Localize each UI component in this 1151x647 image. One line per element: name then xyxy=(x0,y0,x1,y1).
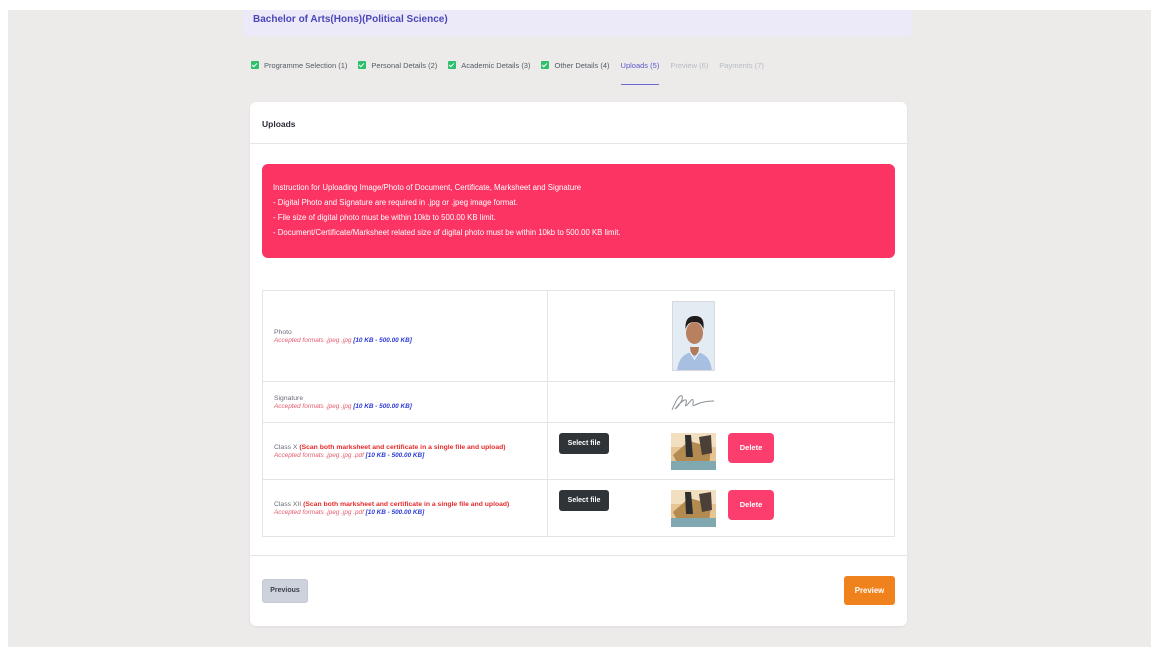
tab-academic-details[interactable]: Academic Details (3) xyxy=(448,61,530,70)
tab-number: (7) xyxy=(754,60,764,70)
doc-name-text: Signature xyxy=(274,394,304,402)
doc-preview-cell xyxy=(547,381,895,423)
doc-name: Signature xyxy=(274,395,547,402)
check-icon xyxy=(448,61,457,69)
person-photo-icon xyxy=(673,302,714,370)
instruction-line: - Document/Certificate/Marksheet related… xyxy=(273,228,621,237)
delete-button[interactable]: Delete xyxy=(728,433,774,463)
uploads-card: Uploads Instruction for Uploading Image/… xyxy=(250,102,907,626)
doc-actions-cell: Select file Delete xyxy=(547,422,895,480)
tab-number: (2) xyxy=(428,60,438,70)
doc-format-text: Accepted formats .jpeg .jpg .pdf xyxy=(274,451,364,459)
programme-title: Bachelor of Arts(Hons)(Political Science… xyxy=(253,14,448,25)
tab-payments: Payments (7) xyxy=(719,61,764,70)
card-title: Uploads xyxy=(262,119,296,129)
doc-name-text: Photo xyxy=(274,328,292,336)
tab-label: Preview xyxy=(670,60,698,70)
signature-image xyxy=(668,390,718,414)
tab-personal-details[interactable]: Personal Details (2) xyxy=(358,61,437,70)
uploads-table: Photo Accepted formats .jpeg .jpg [10 KB… xyxy=(262,290,895,537)
instruction-line: - Digital Photo and Signature are requir… xyxy=(273,198,518,207)
card-header: Uploads xyxy=(250,102,907,144)
instruction-heading: Instruction for Uploading Image/Photo of… xyxy=(273,183,582,192)
doc-note: (Scan both marksheet and certificate in … xyxy=(303,500,510,508)
doc-actions-cell: Select file Delete xyxy=(547,479,895,537)
doc-format: Accepted formats .jpeg .jpg [10 KB - 500… xyxy=(274,403,547,410)
step-tabs: Programme Selection (1) Personal Details… xyxy=(251,58,775,85)
programme-header: Bachelor of Arts(Hons)(Political Science… xyxy=(243,10,912,36)
doc-label-cell: Photo Accepted formats .jpeg .jpg [10 KB… xyxy=(262,290,548,382)
tab-number: (5) xyxy=(650,60,660,70)
tab-number: (4) xyxy=(600,60,610,70)
signature-icon xyxy=(671,395,715,411)
doc-name: Class X (Scan both marksheet and certifi… xyxy=(274,444,547,451)
doc-name-text: Class X xyxy=(274,443,298,451)
document-image-icon xyxy=(671,433,716,470)
tab-number: (6) xyxy=(699,60,709,70)
tab-number: (3) xyxy=(521,60,531,70)
tab-label: Programme Selection xyxy=(264,60,337,70)
tab-label: Personal Details xyxy=(371,60,426,70)
tab-programme-selection[interactable]: Programme Selection (1) xyxy=(251,61,347,70)
footer-divider xyxy=(250,555,907,556)
check-icon xyxy=(251,61,259,69)
doc-size-text: [10 KB - 500.00 KB] xyxy=(353,336,412,344)
select-file-button[interactable]: Select file xyxy=(559,490,609,511)
table-row: Signature Accepted formats .jpeg .jpg [1… xyxy=(262,381,895,423)
check-icon xyxy=(358,61,367,69)
document-image-icon xyxy=(671,490,716,527)
tab-number: (1) xyxy=(338,60,348,70)
table-row: Class X (Scan both marksheet and certifi… xyxy=(262,422,895,480)
doc-format: Accepted formats .jpeg .jpg .pdf [10 KB … xyxy=(274,452,547,459)
doc-format-text: Accepted formats .jpeg .jpg xyxy=(274,402,352,410)
select-file-button[interactable]: Select file xyxy=(559,433,609,454)
table-row: Class XII (Scan both marksheet and certi… xyxy=(262,479,895,537)
doc-size-text: [10 KB - 500.00 KB] xyxy=(353,402,412,410)
table-row: Photo Accepted formats .jpeg .jpg [10 KB… xyxy=(262,290,895,382)
tab-label: Other Details xyxy=(554,60,599,70)
doc-note: (Scan both marksheet and certificate in … xyxy=(299,443,506,451)
uploaded-document-thumbnail[interactable] xyxy=(671,433,716,470)
tab-preview: Preview (6) xyxy=(670,61,708,70)
doc-label-cell: Class X (Scan both marksheet and certifi… xyxy=(262,422,548,480)
delete-button[interactable]: Delete xyxy=(728,490,774,520)
tab-label: Academic Details xyxy=(461,60,520,70)
tab-uploads[interactable]: Uploads (5) xyxy=(620,60,660,85)
check-icon xyxy=(541,61,550,69)
doc-name-text: Class XII xyxy=(274,500,302,508)
doc-label-cell: Signature Accepted formats .jpeg .jpg [1… xyxy=(262,381,548,423)
doc-size-text: [10 KB - 500.00 KB] xyxy=(365,508,425,516)
previous-button[interactable]: Previous xyxy=(262,579,308,603)
instruction-alert: Instruction for Uploading Image/Photo of… xyxy=(262,164,895,258)
tab-label: Payments xyxy=(719,60,753,70)
doc-format: Accepted formats .jpeg .jpg [10 KB - 500… xyxy=(274,337,547,344)
doc-preview-cell xyxy=(547,290,895,382)
preview-button[interactable]: Preview xyxy=(844,576,895,605)
tab-label: Uploads xyxy=(620,60,649,70)
uploaded-document-thumbnail[interactable] xyxy=(671,490,716,527)
doc-size-text: [10 KB - 500.00 KB] xyxy=(365,451,425,459)
tab-other-details[interactable]: Other Details (4) xyxy=(541,60,610,70)
doc-name: Photo xyxy=(274,329,547,336)
doc-format: Accepted formats .jpeg .jpg .pdf [10 KB … xyxy=(274,509,547,516)
doc-name: Class XII (Scan both marksheet and certi… xyxy=(274,501,547,508)
uploaded-photo xyxy=(672,301,715,371)
instruction-line: - File size of digital photo must be wit… xyxy=(273,213,496,222)
doc-label-cell: Class XII (Scan both marksheet and certi… xyxy=(262,479,548,537)
doc-format-text: Accepted formats .jpeg .jpg xyxy=(274,336,352,344)
doc-format-text: Accepted formats .jpeg .jpg .pdf xyxy=(274,508,364,516)
